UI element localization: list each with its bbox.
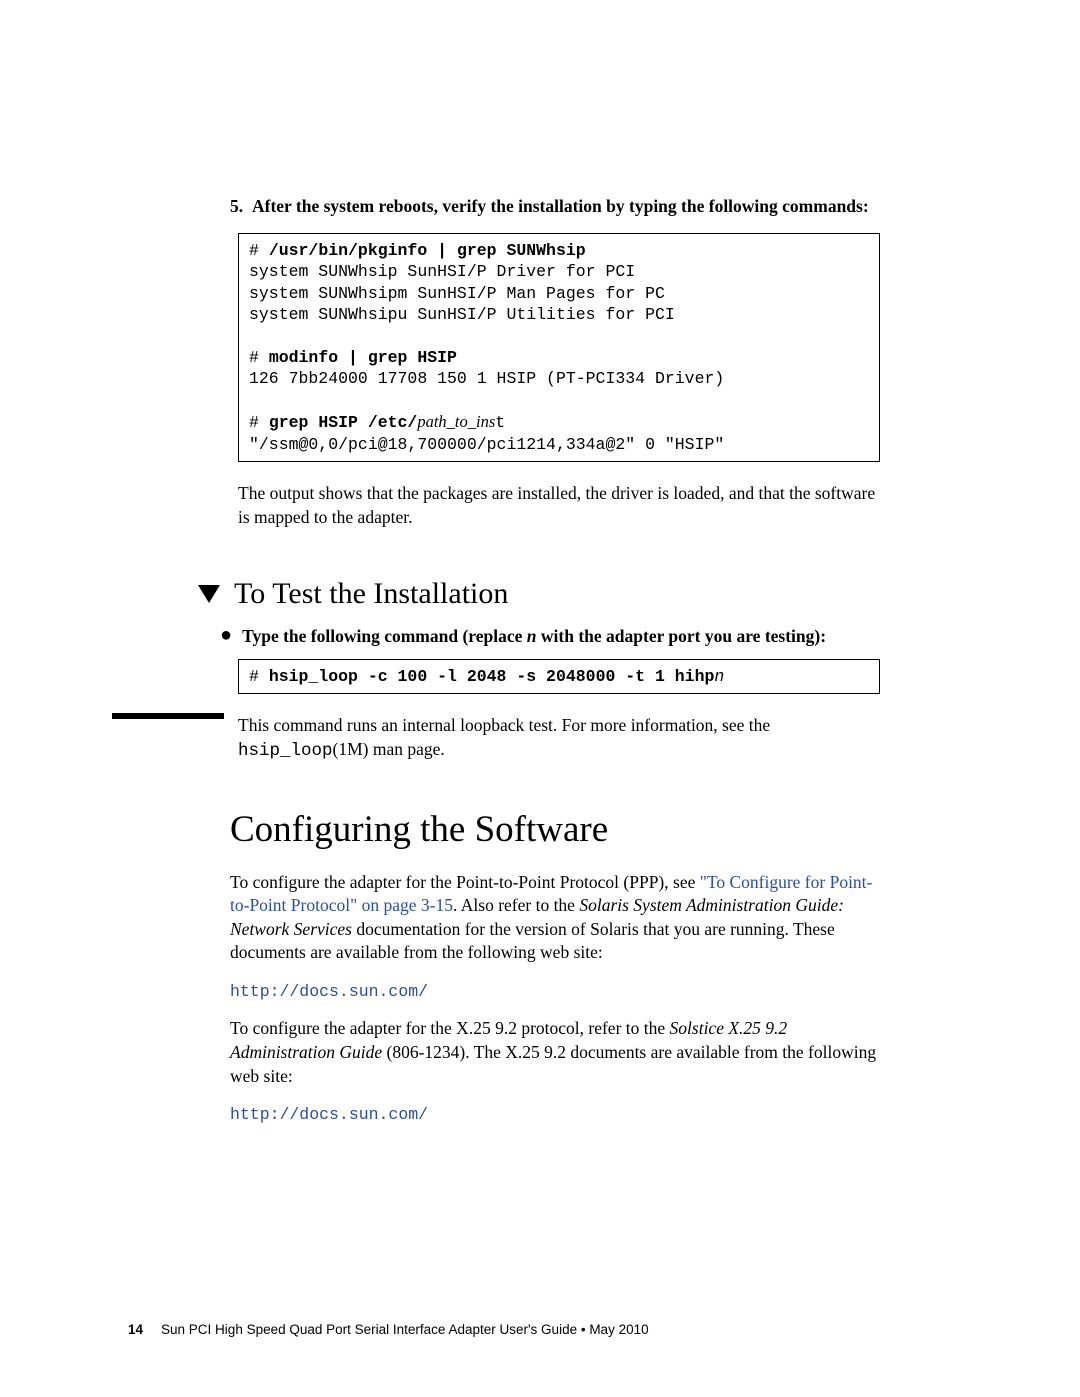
out: system SUNWhsip SunHSI/P Driver for PCI [249, 262, 635, 281]
t: (1M) man page. [333, 739, 445, 759]
prompt: # [249, 241, 269, 260]
section-bar [112, 713, 224, 719]
t: To configure the adapter for the Point-t… [230, 872, 700, 892]
url-link[interactable]: http://docs.sun.com/ [230, 1105, 428, 1124]
t: Type the following command (replace [242, 626, 527, 646]
heading-1: Configuring the Software [230, 808, 880, 851]
page: 5. After the system reboots, verify the … [0, 0, 1080, 1397]
cmd-var: n [714, 667, 724, 686]
t: with the adapter port you are testing): [537, 626, 827, 646]
prompt: # [249, 348, 269, 367]
code-block-1: # /usr/bin/pkginfo | grep SUNWhsip syste… [238, 233, 880, 462]
page-footer: 14 Sun PCI High Speed Quad Port Serial In… [128, 1322, 649, 1337]
code-block-2: # hsip_loop -c 100 -l 2048 -s 2048000 -t… [238, 659, 880, 694]
url-line: http://docs.sun.com/ [230, 1102, 880, 1126]
step-number: 5. [230, 195, 250, 219]
step-5: 5. After the system reboots, verify the … [230, 195, 880, 219]
triangle-down-icon [198, 585, 220, 603]
prompt: # [249, 413, 269, 432]
cmd: t [495, 413, 505, 432]
paragraph: To configure the adapter for the Point-t… [230, 871, 880, 966]
url-line: http://docs.sun.com/ [230, 979, 880, 1003]
t: . Also refer to the [453, 895, 579, 915]
t: This command runs an internal loopback t… [238, 715, 770, 735]
heading-2: To Test the Installation [234, 577, 508, 611]
paragraph: This command runs an internal loopback t… [238, 714, 880, 763]
bullet-icon: ● [220, 625, 232, 649]
out: 126 7bb24000 17708 150 1 HSIP (PT-PCI334… [249, 369, 724, 388]
heading-2-row: To Test the Installation [198, 577, 880, 611]
paragraph: The output shows that the packages are i… [238, 482, 880, 529]
t: To configure the adapter for the X.25 9.… [230, 1018, 670, 1038]
out: system SUNWhsipm SunHSI/P Man Pages for … [249, 284, 665, 303]
bullet-text: Type the following command (replace n wi… [242, 625, 826, 649]
out: "/ssm@0,0/pci@18,700000/pci1214,334a@2" … [249, 435, 724, 454]
cmd-var: path_to_ins [417, 412, 495, 431]
cmd: hsip_loop -c 100 -l 2048 -s 2048000 -t 1… [269, 667, 715, 686]
step-text: After the system reboots, verify the ins… [252, 195, 869, 219]
footer-text: Sun PCI High Speed Quad Port Serial Inte… [161, 1322, 649, 1337]
bullet-step: ● Type the following command (replace n … [230, 625, 880, 649]
cmd: modinfo | grep HSIP [269, 348, 457, 367]
var: n [527, 626, 537, 646]
url-link[interactable]: http://docs.sun.com/ [230, 982, 428, 1001]
cmd: /usr/bin/pkginfo | grep SUNWhsip [269, 241, 586, 260]
cmd: grep HSIP /etc/ [269, 413, 418, 432]
mono: hsip_loop [238, 741, 333, 761]
prompt: # [249, 667, 269, 686]
paragraph: To configure the adapter for the X.25 9.… [230, 1017, 880, 1088]
out: system SUNWhsipu SunHSI/P Utilities for … [249, 305, 675, 324]
page-number: 14 [128, 1322, 143, 1337]
